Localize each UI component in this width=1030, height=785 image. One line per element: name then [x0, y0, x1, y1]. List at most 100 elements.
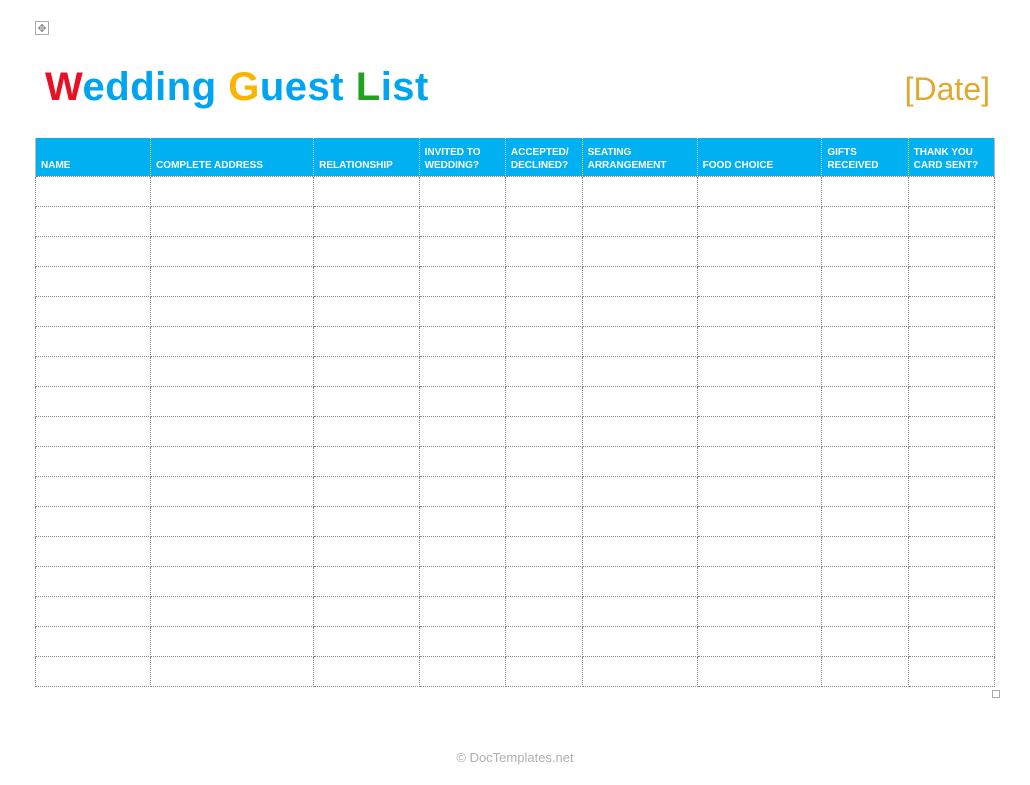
table-cell[interactable]: [419, 626, 505, 656]
table-cell[interactable]: [505, 236, 582, 266]
table-row[interactable]: [36, 176, 995, 206]
table-cell[interactable]: [36, 386, 151, 416]
guest-list-table[interactable]: NAME COMPLETE ADDRESS RELATIONSHIP INVIT…: [35, 138, 995, 687]
table-cell[interactable]: [314, 356, 419, 386]
table-row[interactable]: [36, 476, 995, 506]
table-cell[interactable]: [697, 536, 822, 566]
table-cell[interactable]: [314, 626, 419, 656]
table-cell[interactable]: [419, 596, 505, 626]
table-cell[interactable]: [151, 176, 314, 206]
table-cell[interactable]: [314, 416, 419, 446]
table-cell[interactable]: [582, 536, 697, 566]
table-cell[interactable]: [419, 356, 505, 386]
table-cell[interactable]: [822, 236, 908, 266]
table-cell[interactable]: [36, 416, 151, 446]
table-cell[interactable]: [505, 416, 582, 446]
table-cell[interactable]: [697, 596, 822, 626]
date-placeholder[interactable]: [Date]: [905, 71, 990, 108]
table-cell[interactable]: [36, 356, 151, 386]
table-cell[interactable]: [151, 296, 314, 326]
table-cell[interactable]: [314, 296, 419, 326]
table-cell[interactable]: [36, 656, 151, 686]
table-cell[interactable]: [697, 656, 822, 686]
table-cell[interactable]: [36, 596, 151, 626]
table-cell[interactable]: [36, 566, 151, 596]
table-cell[interactable]: [151, 356, 314, 386]
table-cell[interactable]: [908, 266, 994, 296]
table-cell[interactable]: [582, 416, 697, 446]
table-cell[interactable]: [822, 176, 908, 206]
table-cell[interactable]: [582, 236, 697, 266]
table-cell[interactable]: [908, 656, 994, 686]
table-cell[interactable]: [314, 446, 419, 476]
table-cell[interactable]: [582, 596, 697, 626]
table-cell[interactable]: [419, 416, 505, 446]
table-cell[interactable]: [151, 416, 314, 446]
table-cell[interactable]: [151, 596, 314, 626]
table-cell[interactable]: [582, 176, 697, 206]
table-cell[interactable]: [419, 446, 505, 476]
table-cell[interactable]: [822, 356, 908, 386]
table-cell[interactable]: [419, 386, 505, 416]
table-cell[interactable]: [822, 566, 908, 596]
table-cell[interactable]: [505, 536, 582, 566]
table-cell[interactable]: [582, 296, 697, 326]
table-cell[interactable]: [822, 626, 908, 656]
table-cell[interactable]: [505, 266, 582, 296]
table-cell[interactable]: [697, 476, 822, 506]
table-cell[interactable]: [419, 506, 505, 536]
table-cell[interactable]: [582, 656, 697, 686]
table-cell[interactable]: [419, 266, 505, 296]
table-cell[interactable]: [822, 416, 908, 446]
table-row[interactable]: [36, 506, 995, 536]
table-cell[interactable]: [908, 416, 994, 446]
table-cell[interactable]: [36, 206, 151, 236]
table-cell[interactable]: [822, 266, 908, 296]
table-cell[interactable]: [151, 206, 314, 236]
table-cell[interactable]: [314, 206, 419, 236]
table-cell[interactable]: [908, 446, 994, 476]
table-cell[interactable]: [908, 176, 994, 206]
table-row[interactable]: [36, 416, 995, 446]
table-cell[interactable]: [419, 476, 505, 506]
table-cell[interactable]: [151, 326, 314, 356]
table-cell[interactable]: [151, 476, 314, 506]
table-cell[interactable]: [36, 536, 151, 566]
table-row[interactable]: [36, 626, 995, 656]
table-cell[interactable]: [36, 326, 151, 356]
table-row[interactable]: [36, 386, 995, 416]
table-cell[interactable]: [151, 506, 314, 536]
table-cell[interactable]: [697, 236, 822, 266]
table-cell[interactable]: [36, 296, 151, 326]
table-cell[interactable]: [822, 656, 908, 686]
table-cell[interactable]: [697, 506, 822, 536]
table-cell[interactable]: [582, 266, 697, 296]
table-cell[interactable]: [419, 326, 505, 356]
table-row[interactable]: [36, 596, 995, 626]
table-cell[interactable]: [419, 536, 505, 566]
table-row[interactable]: [36, 566, 995, 596]
table-cell[interactable]: [505, 656, 582, 686]
table-cell[interactable]: [582, 566, 697, 596]
table-cell[interactable]: [697, 566, 822, 596]
table-row[interactable]: [36, 206, 995, 236]
table-cell[interactable]: [314, 476, 419, 506]
table-cell[interactable]: [697, 626, 822, 656]
table-cell[interactable]: [822, 596, 908, 626]
table-row[interactable]: [36, 656, 995, 686]
table-cell[interactable]: [505, 296, 582, 326]
table-cell[interactable]: [908, 626, 994, 656]
table-row[interactable]: [36, 266, 995, 296]
table-cell[interactable]: [314, 386, 419, 416]
table-cell[interactable]: [314, 266, 419, 296]
table-cell[interactable]: [36, 626, 151, 656]
table-cell[interactable]: [582, 326, 697, 356]
table-cell[interactable]: [822, 506, 908, 536]
table-cell[interactable]: [419, 656, 505, 686]
table-cell[interactable]: [505, 356, 582, 386]
table-cell[interactable]: [697, 386, 822, 416]
table-cell[interactable]: [36, 506, 151, 536]
table-cell[interactable]: [908, 506, 994, 536]
table-cell[interactable]: [419, 236, 505, 266]
table-cell[interactable]: [822, 296, 908, 326]
